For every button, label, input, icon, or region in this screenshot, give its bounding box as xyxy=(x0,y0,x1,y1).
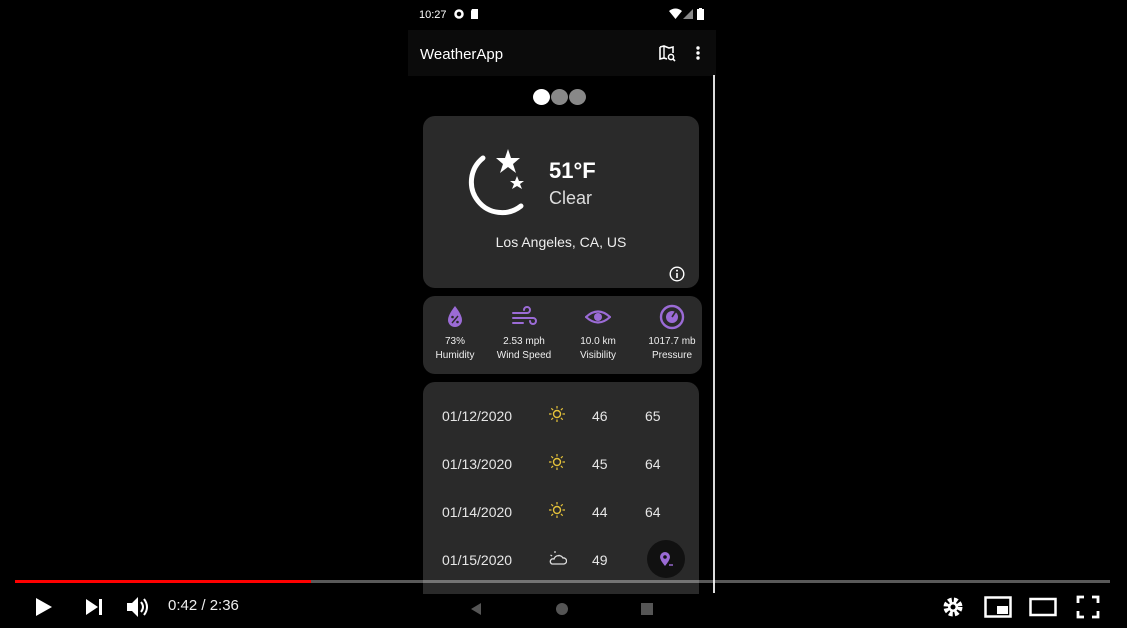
more-vert-icon[interactable] xyxy=(694,44,702,62)
theater-mode-icon[interactable] xyxy=(1029,597,1057,617)
next-icon[interactable] xyxy=(84,598,104,616)
stat-label: Humidity xyxy=(435,350,475,361)
forecast-low: 45 xyxy=(592,456,608,472)
clear-night-icon xyxy=(468,149,524,216)
miniplayer-icon[interactable] xyxy=(984,596,1012,618)
stat-humidity: 73% Humidity xyxy=(420,296,490,374)
location: Los Angeles, CA, US xyxy=(495,234,627,250)
settings-status-icon xyxy=(454,9,464,19)
sun-icon xyxy=(549,502,565,518)
weather-stats-card: 73% Humidity 2.53 mph Wind Speed 10.0 km… xyxy=(423,296,702,374)
partly-cloudy-icon xyxy=(549,551,567,565)
stat-label: Visibility xyxy=(580,350,616,361)
page-dot[interactable] xyxy=(551,89,568,105)
status-bar: 10:27 xyxy=(408,0,716,30)
sun-icon xyxy=(549,454,565,470)
signal-icon xyxy=(683,9,693,19)
forecast-date: 01/15/2020 xyxy=(442,552,513,568)
humidity-icon xyxy=(448,306,462,327)
forecast-row[interactable]: 01/13/2020 45 64 xyxy=(423,430,699,478)
sun-icon xyxy=(549,406,565,422)
play-icon[interactable] xyxy=(32,596,54,618)
progress-bar[interactable] xyxy=(15,580,1110,583)
location-fab[interactable] xyxy=(647,540,685,578)
app-bar: WeatherApp xyxy=(408,30,716,76)
forecast-high: 64 xyxy=(645,456,661,472)
stat-visibility: 10.0 km Visibility xyxy=(563,296,633,374)
forecast-row[interactable]: 01/14/2020 44 64 xyxy=(423,478,699,526)
nav-back-icon[interactable] xyxy=(470,602,482,616)
map-search-icon[interactable] xyxy=(658,44,676,62)
temperature: 51°F xyxy=(549,158,596,183)
forecast-high: 64 xyxy=(645,504,661,520)
stat-value: 1017.7 mb xyxy=(648,336,696,347)
forecast-date: 01/13/2020 xyxy=(442,456,513,472)
stat-label: Wind Speed xyxy=(496,350,552,361)
forecast-high: 65 xyxy=(645,408,661,424)
nav-home-icon[interactable] xyxy=(555,602,569,616)
sd-card-icon xyxy=(471,9,478,19)
fullscreen-icon[interactable] xyxy=(1076,595,1100,619)
forecast-date: 01/14/2020 xyxy=(442,504,513,520)
battery-icon xyxy=(697,8,704,20)
forecast-date: 01/12/2020 xyxy=(442,408,513,424)
forecast-low: 49 xyxy=(592,552,608,568)
time-display: 0:42 / 2:36 xyxy=(168,597,239,614)
nav-recents-icon[interactable] xyxy=(640,602,654,616)
forecast-low: 46 xyxy=(592,408,608,424)
stat-label: Pressure xyxy=(651,350,692,361)
info-icon[interactable] xyxy=(669,266,685,282)
page-dot[interactable] xyxy=(569,89,586,105)
video-frame-edge xyxy=(713,75,715,593)
current-weather-card: 51°F Clear Los Angeles, CA, US xyxy=(423,116,699,288)
phone-screen: 10:27 WeatherApp 51°F Clear Los Angeles,… xyxy=(408,0,716,615)
stat-wind-speed: 2.53 mph Wind Speed xyxy=(489,296,559,374)
volume-icon[interactable] xyxy=(126,595,152,619)
page-indicator xyxy=(533,89,589,105)
wifi-icon xyxy=(669,8,682,19)
location-pin-icon xyxy=(660,552,673,566)
settings-icon[interactable] xyxy=(941,595,965,619)
eye-icon xyxy=(585,310,611,324)
stat-value: 73% xyxy=(444,336,465,347)
stat-value: 2.53 mph xyxy=(503,336,545,347)
app-title: WeatherApp xyxy=(420,46,504,63)
wind-icon xyxy=(512,306,537,325)
stat-pressure: 1017.7 mb Pressure xyxy=(637,296,707,374)
stat-value: 10.0 km xyxy=(580,336,616,347)
status-time: 10:27 xyxy=(419,9,447,21)
page-dot-active[interactable] xyxy=(533,89,550,105)
gauge-icon xyxy=(659,304,685,330)
forecast-low: 44 xyxy=(592,504,608,520)
forecast-row[interactable]: 01/12/2020 46 65 xyxy=(423,382,699,430)
progress-fill xyxy=(15,580,311,583)
condition: Clear xyxy=(549,188,593,208)
